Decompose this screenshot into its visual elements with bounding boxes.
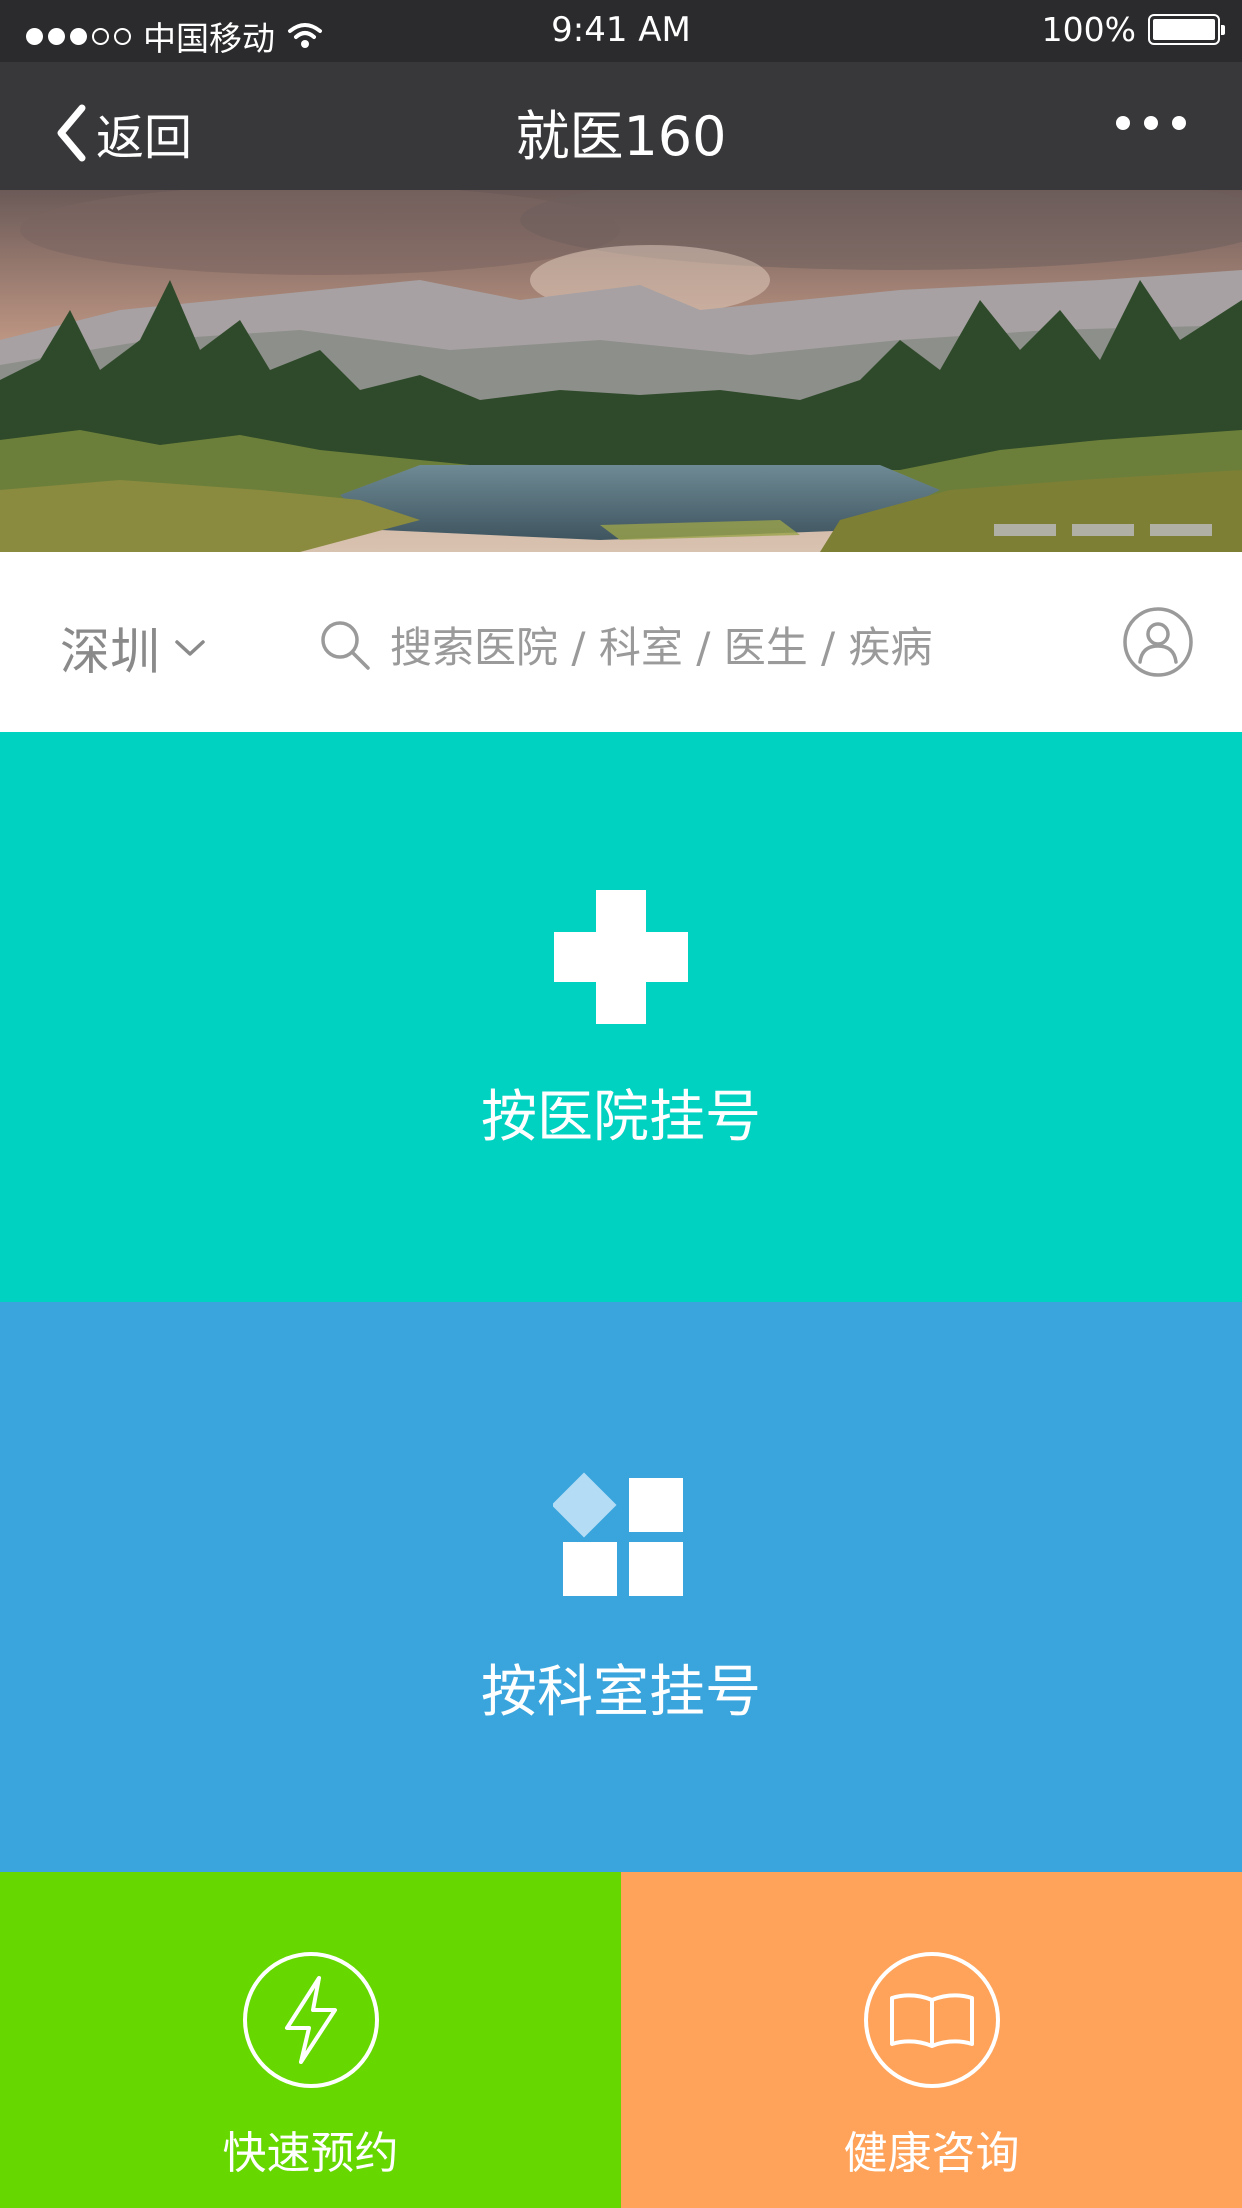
carousel-indicator[interactable] (1150, 524, 1212, 536)
lightning-icon (242, 1952, 379, 2088)
user-profile-button[interactable] (1122, 606, 1194, 682)
hospital-registration-label: 按医院挂号 (481, 1085, 761, 1150)
hospital-registration-tile[interactable]: 按医院挂号 (0, 732, 1242, 1302)
health-consultation-tile[interactable]: 健康咨询 (621, 1872, 1242, 2208)
carousel-indicator[interactable] (994, 524, 1056, 536)
department-registration-label: 按科室挂号 (481, 1660, 761, 1725)
more-dot-icon (1172, 116, 1186, 130)
battery-info: 100% (1041, 10, 1225, 49)
book-icon (863, 1952, 1000, 2088)
more-dot-icon (1144, 116, 1158, 130)
cross-icon (554, 890, 688, 1024)
search-icon (321, 620, 370, 670)
banner-carousel[interactable] (0, 190, 1242, 552)
quick-booking-label: 快速预约 (222, 2128, 399, 2179)
grid-icon (553, 1472, 683, 1596)
user-icon (1123, 607, 1193, 677)
battery-icon (1148, 14, 1225, 45)
page-title: 就医160 (515, 105, 727, 168)
search-row: 深圳 搜索医院 / 科室 / 医生 / 疾病 (0, 552, 1242, 732)
department-registration-tile[interactable]: 按科室挂号 (0, 1302, 1242, 1872)
carousel-indicator[interactable] (1072, 524, 1134, 536)
navigation-bar: 返回 就医160 (0, 62, 1242, 190)
more-dot-icon (1116, 116, 1130, 130)
search-input[interactable]: 搜索医院 / 科室 / 医生 / 疾病 (318, 614, 933, 675)
chevron-down-icon (175, 640, 205, 656)
status-bar: 中国移动 9:41 AM 100% (0, 0, 1242, 62)
banner-landscape-image (0, 190, 1242, 552)
health-consultation-label: 健康咨询 (843, 2128, 1020, 2179)
city-label: 深圳 (60, 623, 160, 681)
search-placeholder: 搜索医院 / 科室 / 医生 / 疾病 (390, 623, 933, 672)
quick-booking-tile[interactable]: 快速预约 (0, 1872, 621, 2208)
city-selector[interactable]: 深圳 (60, 612, 206, 684)
more-options-button[interactable] (1116, 116, 1186, 130)
carousel-indicators[interactable] (994, 524, 1212, 536)
battery-percentage: 100% (1041, 10, 1136, 49)
